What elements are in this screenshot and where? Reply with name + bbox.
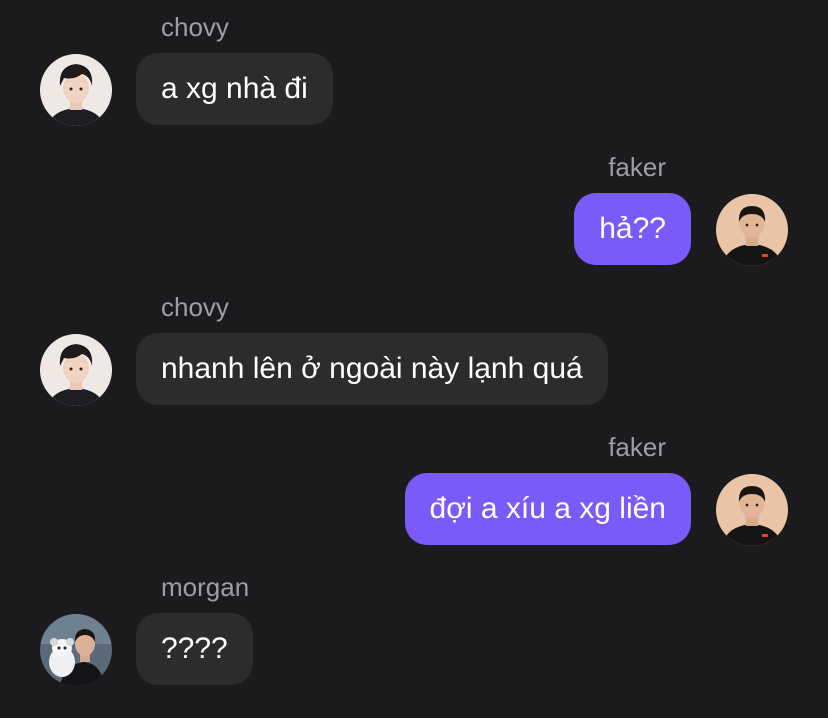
- avatar[interactable]: [716, 194, 788, 266]
- avatar[interactable]: [716, 474, 788, 546]
- message-bubble[interactable]: nhanh lên ở ngoài này lạnh quá: [136, 333, 608, 405]
- morgan-avatar-icon: [40, 614, 112, 686]
- message-bubble[interactable]: ????: [136, 613, 253, 685]
- avatar[interactable]: [40, 54, 112, 126]
- message-bubble[interactable]: đợi a xíu a xg liền: [404, 473, 691, 545]
- faker-avatar-icon: [716, 194, 788, 266]
- chovy-avatar-icon: [40, 54, 112, 126]
- avatar[interactable]: [40, 614, 112, 686]
- chat-thread: chovy a xg nhà đi faker hả?? chovy nhanh…: [0, 0, 828, 718]
- sender-name: faker: [608, 152, 666, 182]
- sender-name: faker: [608, 432, 666, 462]
- sender-name: chovy: [161, 292, 229, 322]
- sender-name: morgan: [161, 572, 250, 602]
- faker-avatar-icon: [716, 474, 788, 546]
- sender-name: chovy: [161, 12, 229, 42]
- chovy-avatar-icon: [40, 334, 112, 406]
- message-bubble[interactable]: a xg nhà đi: [136, 53, 333, 125]
- avatar[interactable]: [40, 334, 112, 406]
- message-bubble[interactable]: hả??: [574, 193, 691, 265]
